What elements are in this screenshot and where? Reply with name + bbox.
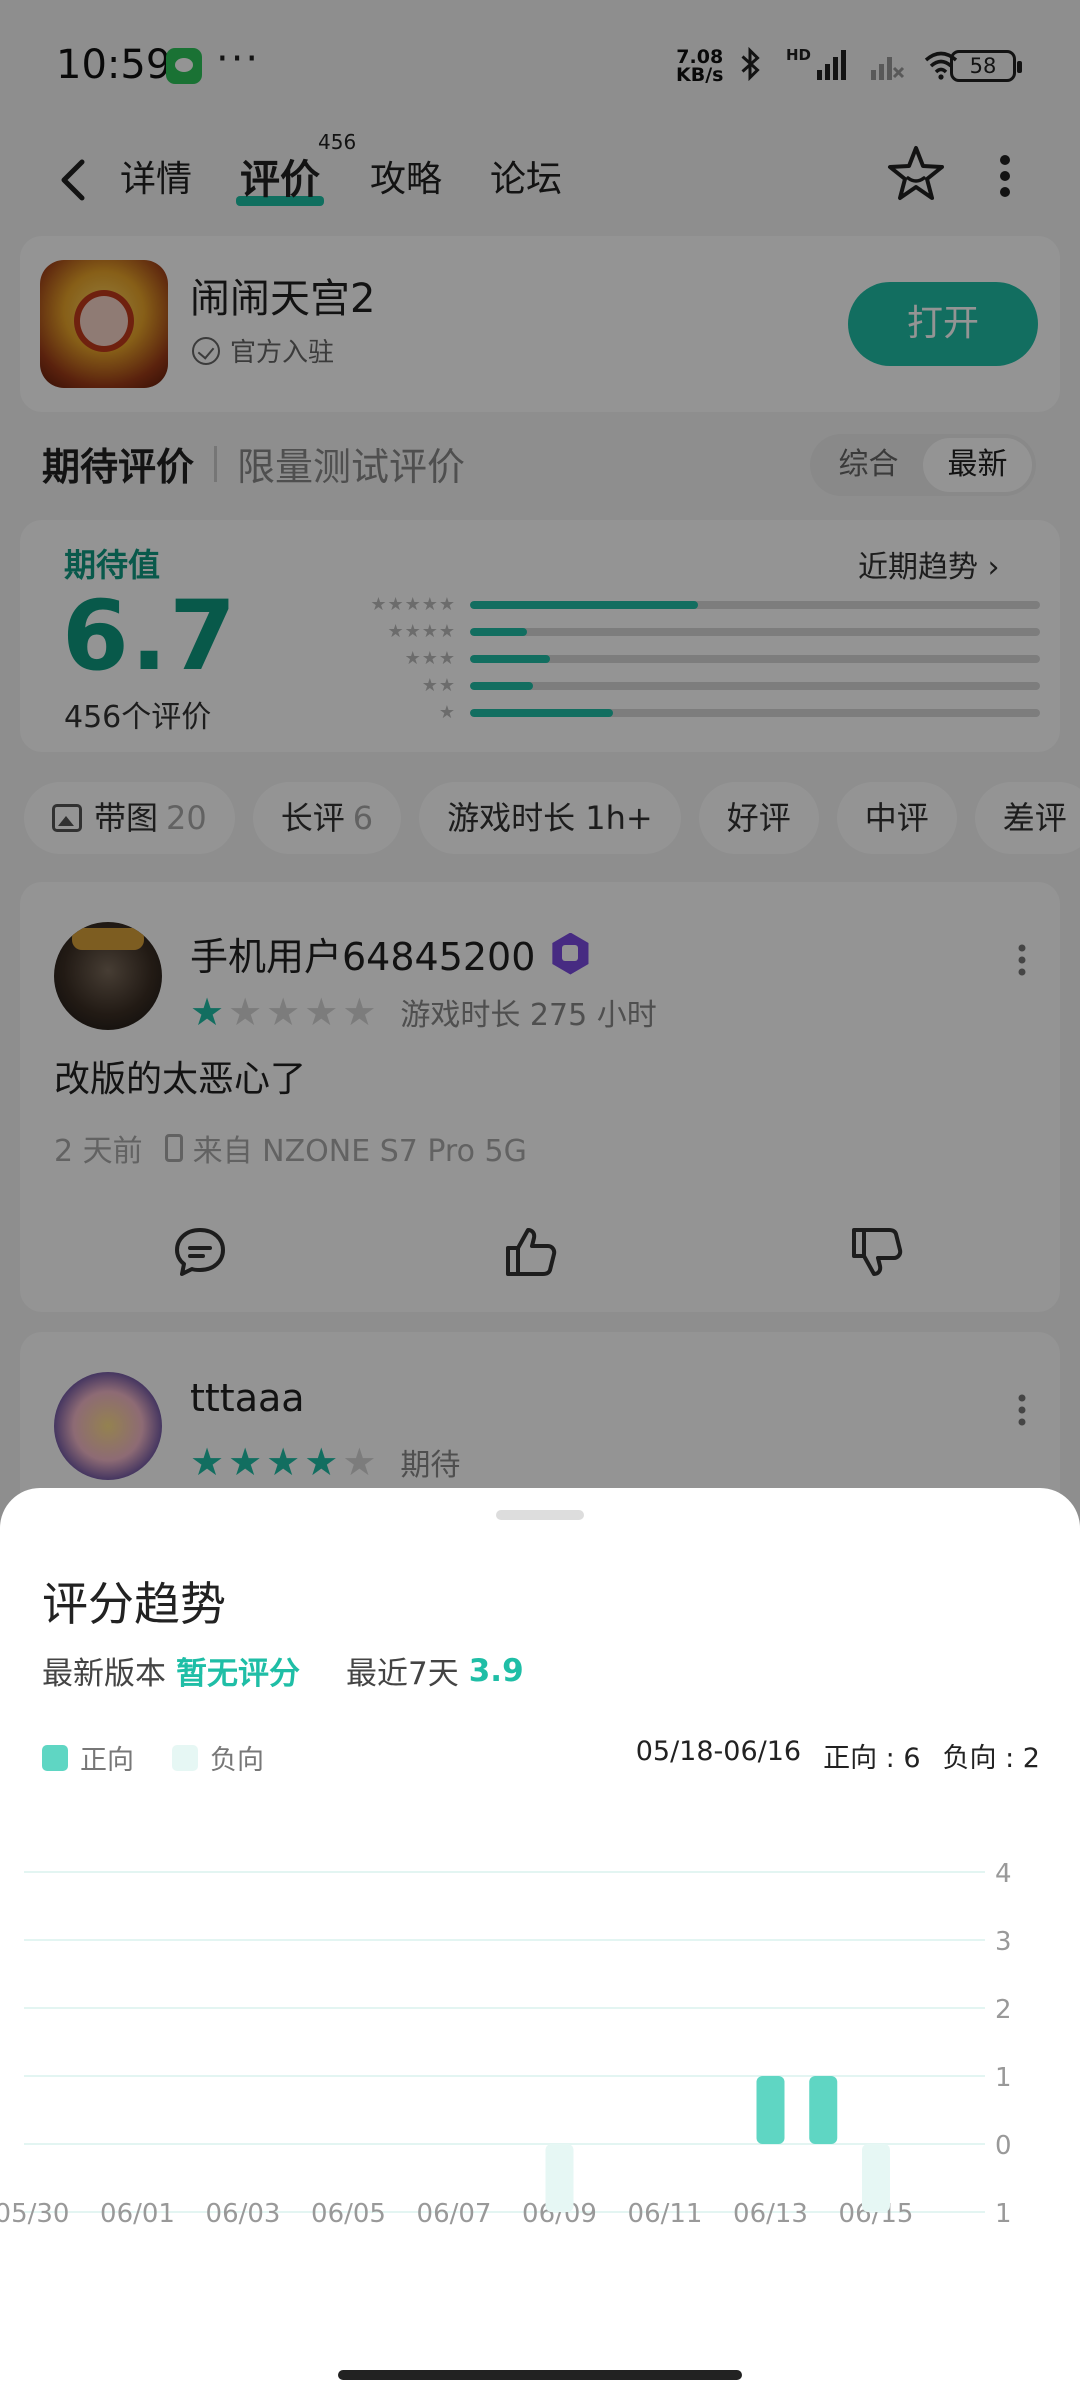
legend-negative-swatch: [172, 1744, 198, 1771]
x-tick-label: 06/05: [311, 2199, 386, 2229]
latest-version-value: 暂无评分: [176, 1656, 300, 1692]
chart-summary: 05/18-06/16 正向 : 6 负向 : 2: [636, 1736, 1040, 1775]
rating-trend-chart: 43210105/30 06/01 06/03 06/05 06/07 06/09 06/1…: [0, 1859, 1012, 2229]
x-tick-label: 06/01: [100, 2199, 175, 2229]
y-tick-label: 3: [995, 1927, 1012, 1957]
y-tick-label: 4: [995, 1859, 1012, 1889]
positive-bar[interactable]: [809, 2076, 838, 2144]
legend-negative-label: 负向: [210, 1745, 264, 1776]
positive-count: 正向 : 6: [823, 1743, 921, 1774]
x-tick-label: 06/03: [206, 2199, 281, 2229]
chart-legend: 正向 负向: [42, 1738, 264, 1777]
y-tick-label: 2: [995, 1995, 1012, 2025]
negative-bar[interactable]: [545, 2144, 574, 2212]
latest-version-label: 最新版本: [42, 1656, 166, 1692]
negative-count: 负向 : 2: [942, 1743, 1040, 1774]
x-tick-label: 06/13: [733, 2199, 808, 2229]
date-range: 05/18-06/16: [635, 1736, 802, 1767]
sheet-summary: 最新版本 暂无评分 最近7天 3.9: [42, 1648, 524, 1693]
y-tick-label: 1: [995, 2063, 1012, 2093]
recent-7days-label: 最近7天: [346, 1656, 459, 1692]
x-tick-label: 06/11: [628, 2199, 703, 2229]
legend-positive-label: 正向: [80, 1745, 134, 1776]
x-tick-label: 06/07: [417, 2199, 492, 2229]
home-indicator[interactable]: [338, 2370, 742, 2380]
recent-7days-value: 3.9: [468, 1652, 524, 1689]
sheet-drag-handle[interactable]: [496, 1510, 584, 1520]
y-tick-label: 1: [995, 2199, 1012, 2229]
positive-bar[interactable]: [756, 2076, 785, 2144]
x-tick-label: 05/30: [0, 2199, 69, 2229]
legend-positive-swatch: [42, 1744, 68, 1771]
negative-bar[interactable]: [862, 2144, 890, 2212]
sheet-title: 评分趋势: [42, 1577, 226, 1631]
y-tick-label: 0: [995, 2131, 1012, 2161]
